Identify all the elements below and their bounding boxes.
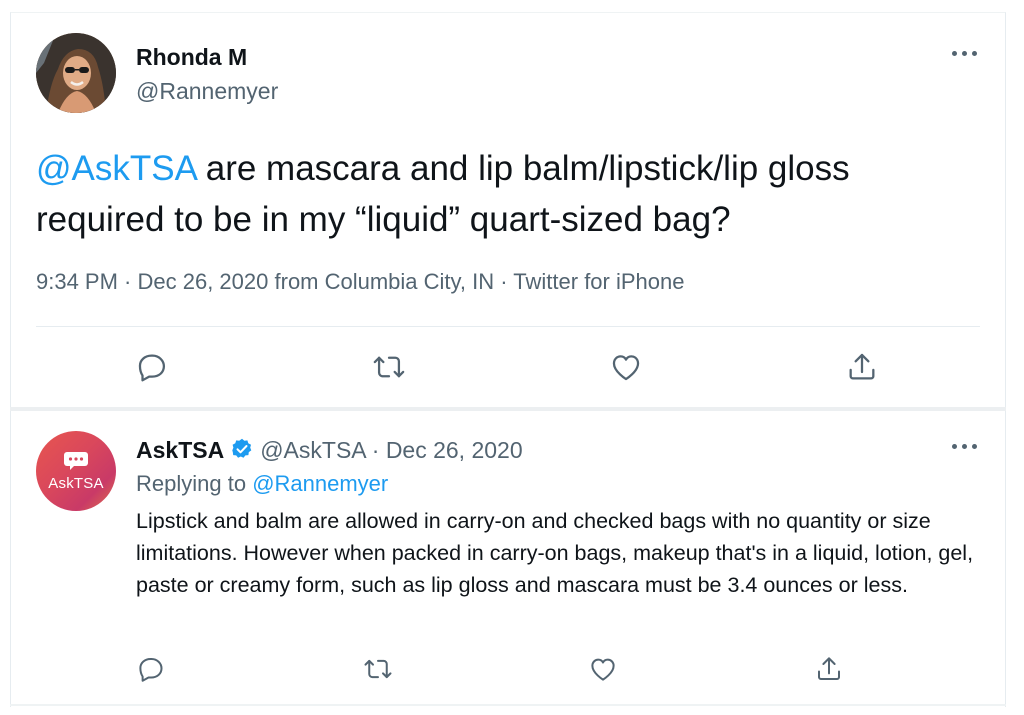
- reply-header: AskTSA @AskTSA · Dec 26, 2020: [136, 437, 523, 467]
- like-icon[interactable]: [585, 651, 621, 687]
- author-avatar[interactable]: [36, 33, 116, 113]
- author-handle[interactable]: @Rannemyer: [136, 78, 278, 105]
- reply-author-name[interactable]: AskTSA: [136, 437, 224, 463]
- reply-date[interactable]: Dec 26, 2020: [386, 437, 523, 463]
- bottom-divider: [10, 704, 1006, 706]
- share-icon[interactable]: [811, 651, 847, 687]
- tweet-text: @AskTSA are mascara and lip balm/lipstic…: [36, 143, 976, 245]
- tweet-thread: Rhonda M @Rannemyer @AskTSA are mascara …: [0, 0, 1024, 715]
- avatar-label: AskTSA: [48, 475, 104, 492]
- author-name[interactable]: Rhonda M: [136, 44, 247, 71]
- reply-icon[interactable]: [133, 651, 169, 687]
- replying-to: Replying to @Rannemyer: [136, 471, 388, 497]
- tweet-time[interactable]: 9:34 PM: [36, 269, 118, 294]
- tweet-location: from Columbia City, IN: [274, 269, 495, 294]
- tweet-meta: 9:34 PM · Dec 26, 2020 from Columbia Cit…: [36, 269, 684, 295]
- more-icon[interactable]: [952, 48, 978, 58]
- meta-separator: ·: [117, 269, 138, 294]
- reply-more-icon[interactable]: [952, 441, 978, 451]
- divider: [36, 326, 980, 327]
- tweet-client[interactable]: Twitter for iPhone: [513, 269, 684, 294]
- asktsa-avatar[interactable]: AskTSA: [36, 431, 116, 511]
- mention-link[interactable]: @AskTSA: [36, 149, 196, 188]
- replying-to-link[interactable]: @Rannemyer: [252, 471, 388, 496]
- reply-author-handle[interactable]: @AskTSA: [260, 437, 365, 463]
- retweet-icon[interactable]: [360, 651, 396, 687]
- meta-separator: ·: [494, 269, 514, 294]
- like-icon[interactable]: [608, 349, 644, 385]
- retweet-icon[interactable]: [371, 349, 407, 385]
- replying-label: Replying to: [136, 471, 253, 496]
- chat-bubble-icon: [64, 452, 88, 470]
- reply-text: Lipstick and balm are allowed in carry-o…: [136, 509, 974, 597]
- share-icon[interactable]: [844, 349, 880, 385]
- avatar-photo: [36, 33, 116, 113]
- tweet-date[interactable]: Dec 26, 2020: [138, 269, 269, 294]
- reply-meta-separator: ·: [365, 437, 386, 463]
- reply-icon[interactable]: [134, 349, 170, 385]
- verified-badge-icon: [230, 437, 254, 467]
